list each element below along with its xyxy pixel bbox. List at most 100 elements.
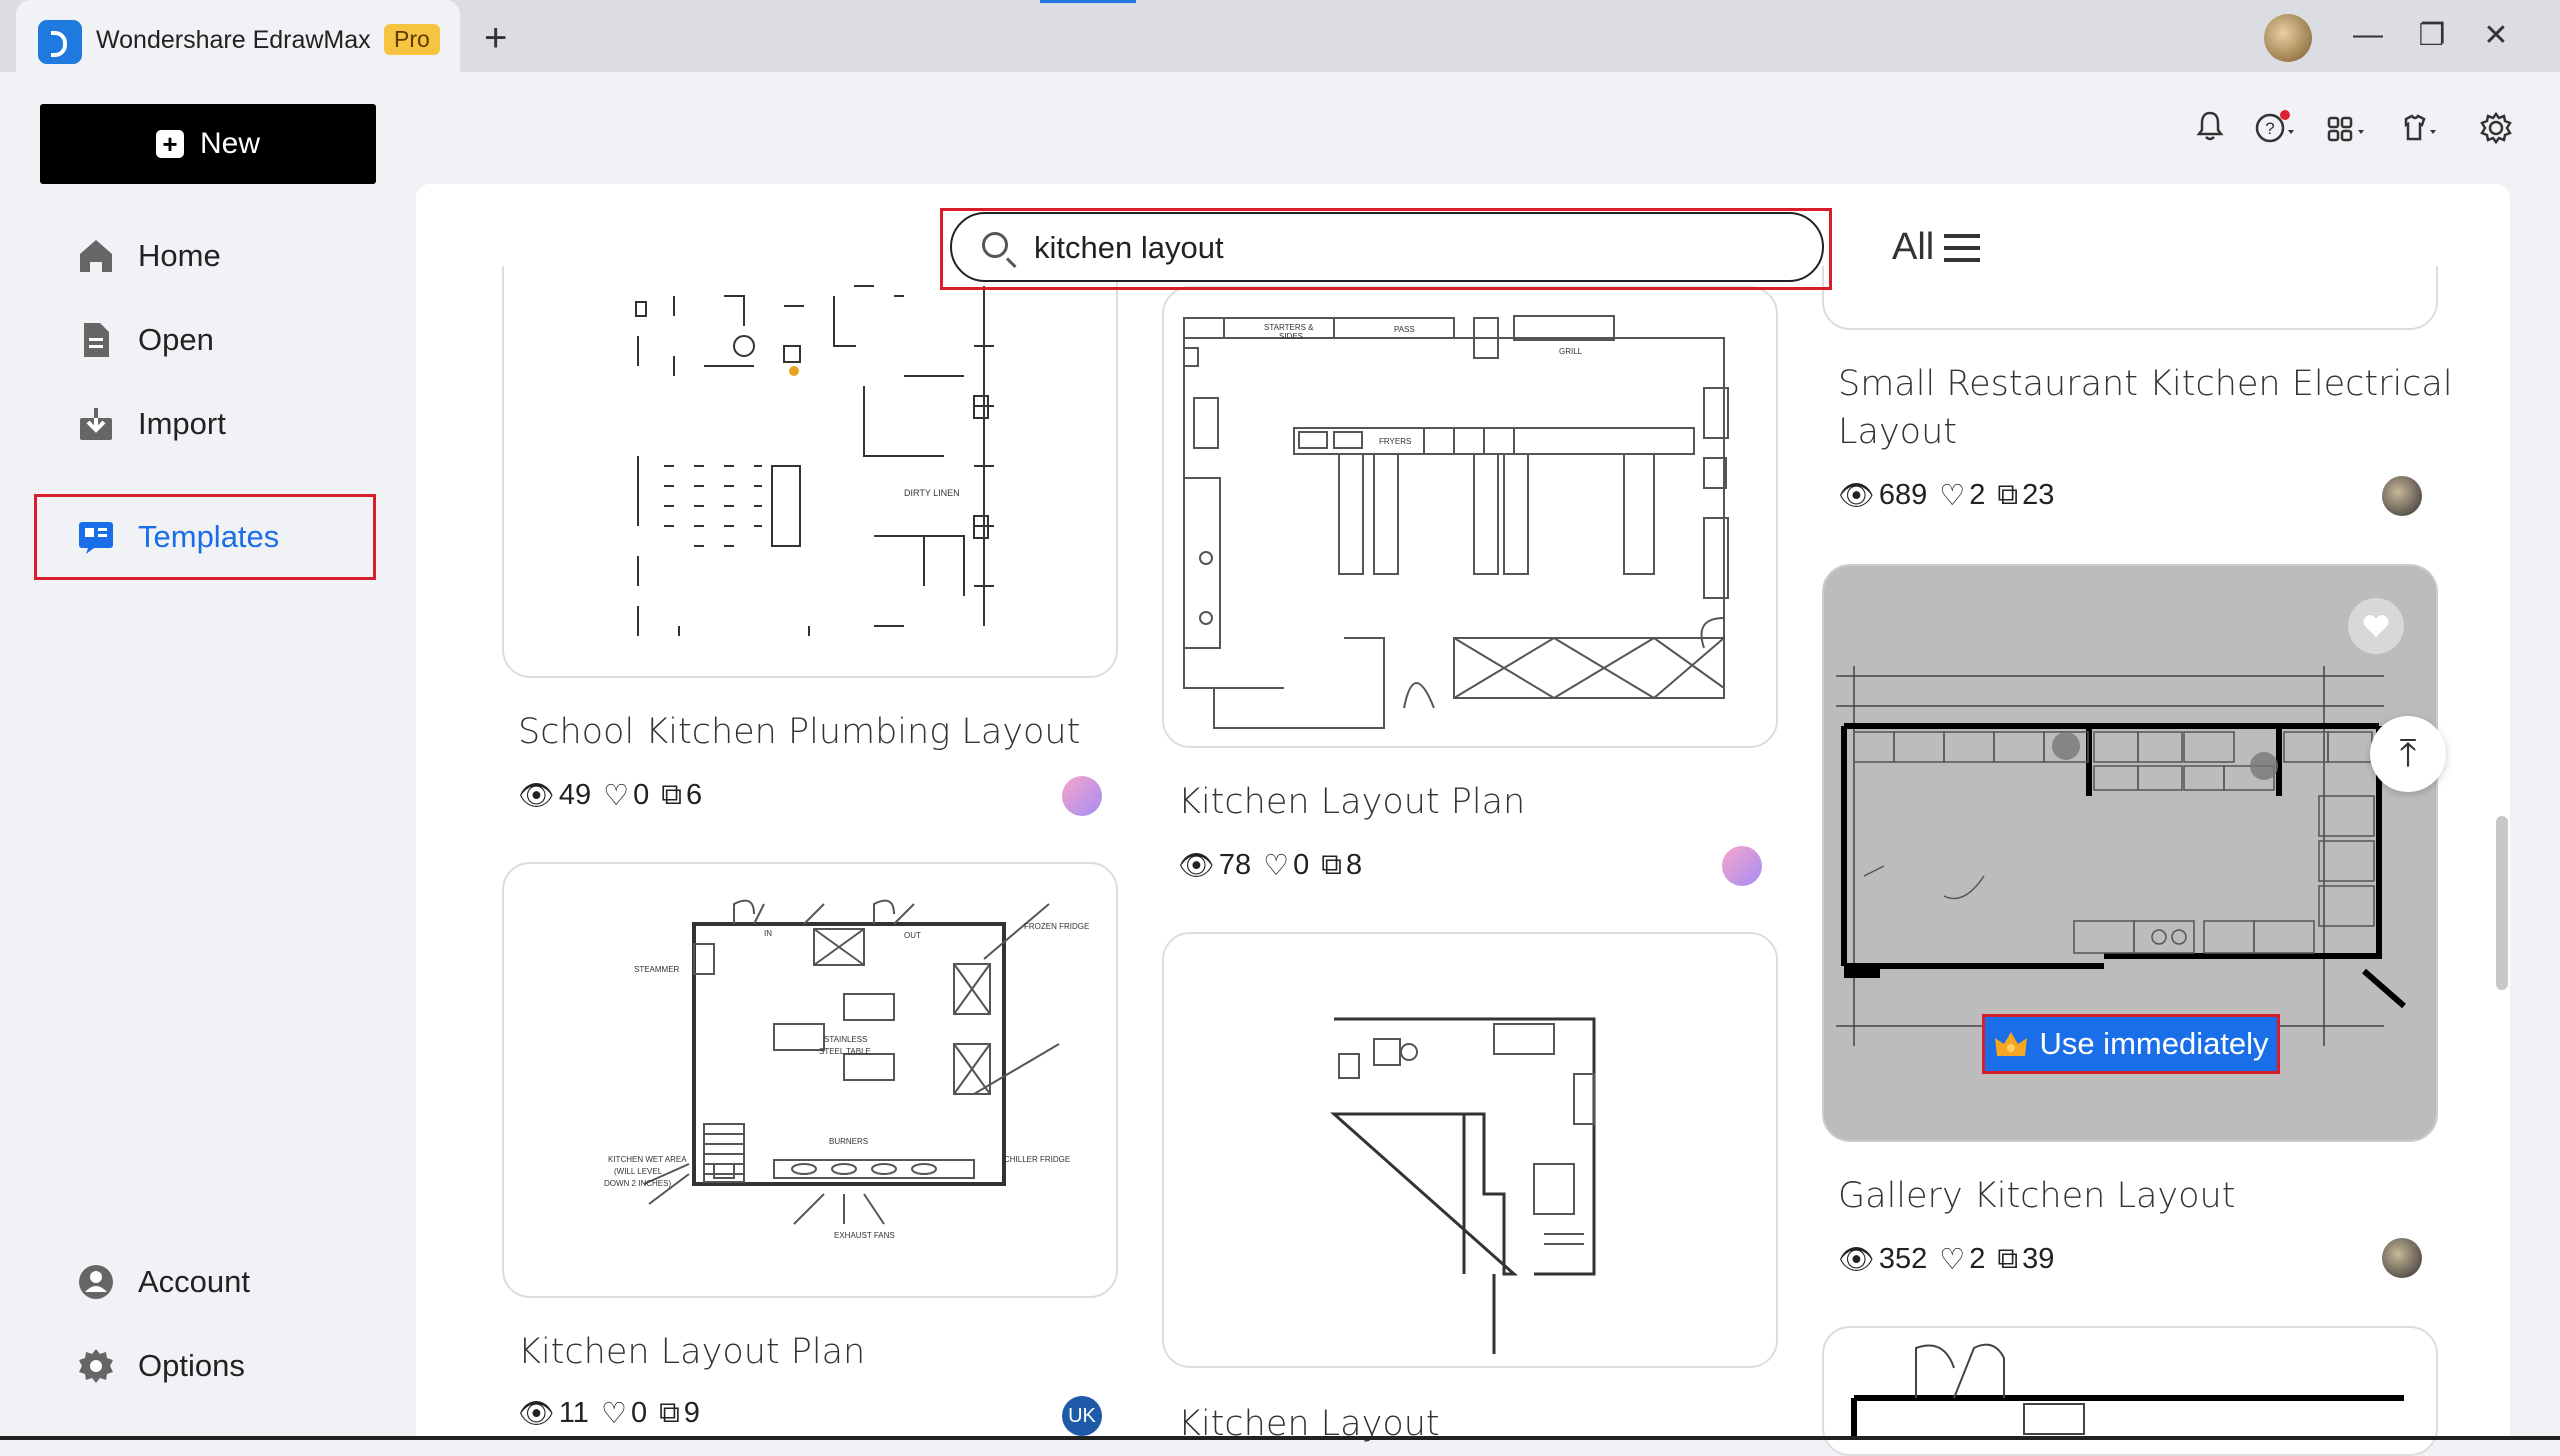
diagram-label: GRILL (1559, 347, 1583, 356)
app-tab[interactable]: Wondershare EdrawMax Pro (16, 0, 460, 72)
copy-icon: ⧉ (659, 1397, 680, 1429)
author-avatar[interactable] (2382, 476, 2422, 516)
app-name: Wondershare EdrawMax (96, 26, 371, 54)
copy-icon: ⧉ (1997, 479, 2019, 511)
diagram-label: STEAMMER (634, 965, 680, 974)
copy-icon: ⧉ (1997, 1243, 2019, 1275)
sidebar-item-label: Templates (138, 519, 280, 554)
close-button[interactable]: ✕ (2474, 18, 2518, 53)
diagram-label: EXHAUST FANS (834, 1231, 895, 1240)
copy-icon: ⧉ (1321, 849, 1342, 881)
sidebar-item-import[interactable]: Import (76, 404, 226, 444)
like-count: 0 (630, 1397, 648, 1429)
title-bar: Wondershare EdrawMax Pro + — ❐ ✕ (0, 0, 2560, 72)
diagram-label: STARTERS & (1264, 323, 1314, 332)
template-card-thumbnail[interactable] (1162, 932, 1778, 1368)
card-title[interactable]: Kitchen Layout Plan (1178, 782, 1525, 822)
copy-icon: ⧉ (661, 779, 682, 811)
card-title-line2[interactable]: Layout (1838, 412, 1957, 452)
author-avatar[interactable] (2382, 1238, 2422, 1278)
card-title[interactable]: Small Restaurant Kitchen Electrical (1838, 364, 2453, 404)
settings-icon[interactable] (2474, 110, 2518, 154)
view-count: 78 (1218, 849, 1252, 881)
new-button[interactable]: + New (40, 104, 376, 184)
author-avatar[interactable] (1722, 846, 1762, 886)
card-title[interactable]: Gallery Kitchen Layout (1838, 1176, 2235, 1216)
bell-icon[interactable] (2188, 110, 2232, 154)
card-title[interactable]: School Kitchen Plumbing Layout (518, 712, 1080, 752)
use-immediately-button[interactable]: Use immediately (1982, 1014, 2280, 1074)
diagram-label: FRYERS (1379, 437, 1411, 446)
card-stats: 👁 78 ♡ 0 ⧉ 8 (1178, 848, 1362, 883)
crown-icon (1995, 1032, 2028, 1056)
diagram-label: (WILL LEVEL (614, 1167, 663, 1176)
sidebar-item-options[interactable]: Options (76, 1346, 245, 1386)
diagram-label: PASS (1394, 325, 1415, 334)
eye-icon: 👁 (1838, 479, 1875, 512)
copy-count: 6 (685, 779, 703, 811)
template-card-thumbnail[interactable]: IN OUT FROZEN FRIDGE STEAMMER STAINLESS … (502, 862, 1118, 1298)
restore-button[interactable]: ❐ (2410, 18, 2454, 53)
copy-count: 8 (1345, 849, 1363, 881)
home-icon (80, 240, 112, 272)
plus-icon: + (155, 130, 184, 158)
sidebar-item-label: Open (138, 322, 214, 357)
theme-icon[interactable] (2398, 110, 2442, 154)
sidebar-item-templates[interactable]: Templates (76, 517, 279, 557)
new-tab-button[interactable]: + (484, 16, 507, 61)
copy-count: 23 (2022, 479, 2055, 511)
help-icon[interactable]: ? (2254, 110, 2298, 154)
template-card-thumbnail[interactable] (1822, 266, 2438, 330)
minimize-button[interactable]: — (2346, 18, 2390, 52)
templates-icon (79, 522, 113, 554)
author-avatar[interactable] (1062, 776, 1102, 816)
tab-indicator (1040, 0, 1136, 3)
diagram-label: IN (764, 929, 772, 938)
author-avatar[interactable]: UK (1062, 1396, 1102, 1436)
copy-count: 9 (683, 1397, 700, 1429)
use-immediately-label: Use immediately (2039, 1026, 2269, 1061)
svg-text:?: ? (2265, 119, 2274, 138)
back-to-top-button[interactable]: ⤒ (2370, 716, 2446, 792)
eye-icon: 👁 (518, 779, 555, 812)
view-count: 352 (1878, 1243, 1928, 1275)
sidebar-item-home[interactable]: Home (76, 236, 221, 276)
card-title[interactable]: Kitchen Layout Plan (518, 1332, 865, 1372)
like-count: 0 (1293, 849, 1310, 881)
favorite-button[interactable] (2348, 598, 2404, 654)
sidebar-item-account[interactable]: Account (76, 1262, 250, 1302)
view-count: 11 (558, 1397, 589, 1429)
scrollbar[interactable] (2496, 816, 2508, 990)
diagram-label: DIRTY LINEN (904, 488, 960, 498)
search-box[interactable] (950, 212, 1824, 282)
diagram-label: CHILLER FRIDGE (1004, 1155, 1070, 1164)
account-icon (79, 1265, 113, 1299)
search-input[interactable] (1032, 226, 1796, 270)
diagram-label: KITCHEN WET AREA (608, 1155, 687, 1164)
eye-icon: 👁 (1178, 849, 1215, 882)
template-card-thumbnail[interactable]: STARTERS & SIDES PASS GRILL FRYERS (1162, 286, 1778, 748)
kitchen-preview-diagram (1851, 1343, 2404, 1438)
heart-icon: ♡ (1263, 850, 1290, 882)
card-stats: 👁 689 ♡ 2 ⧉ 23 (1838, 478, 2054, 513)
import-icon (80, 408, 112, 440)
kitchen-plan-diagram: IN OUT FROZEN FRIDGE STEAMMER STAINLESS … (604, 899, 1089, 1240)
menu-icon (1944, 233, 1981, 262)
sidebar-item-label: Account (138, 1264, 251, 1299)
user-avatar[interactable] (2264, 14, 2312, 62)
diagram-label: BURNERS (829, 1137, 868, 1146)
diagram-label: STEEL TABLE (819, 1047, 871, 1056)
sidebar-item-open[interactable]: Open (76, 320, 214, 360)
search-icon (982, 232, 1008, 258)
template-card-thumbnail[interactable]: DIRTY LINEN (502, 266, 1118, 678)
heart-icon (2363, 615, 2389, 637)
apps-icon[interactable] (2326, 110, 2370, 154)
like-count: 2 (1969, 479, 1986, 511)
view-count: 49 (558, 779, 592, 811)
heart-icon: ♡ (600, 1398, 627, 1430)
sidebar-item-label: Home (138, 238, 221, 273)
gear-icon (79, 1349, 113, 1383)
filter-all-button[interactable]: All (1892, 226, 1981, 269)
sidebar-item-label: Options (138, 1348, 245, 1383)
plumbing-layout-diagram: DIRTY LINEN (635, 285, 994, 636)
